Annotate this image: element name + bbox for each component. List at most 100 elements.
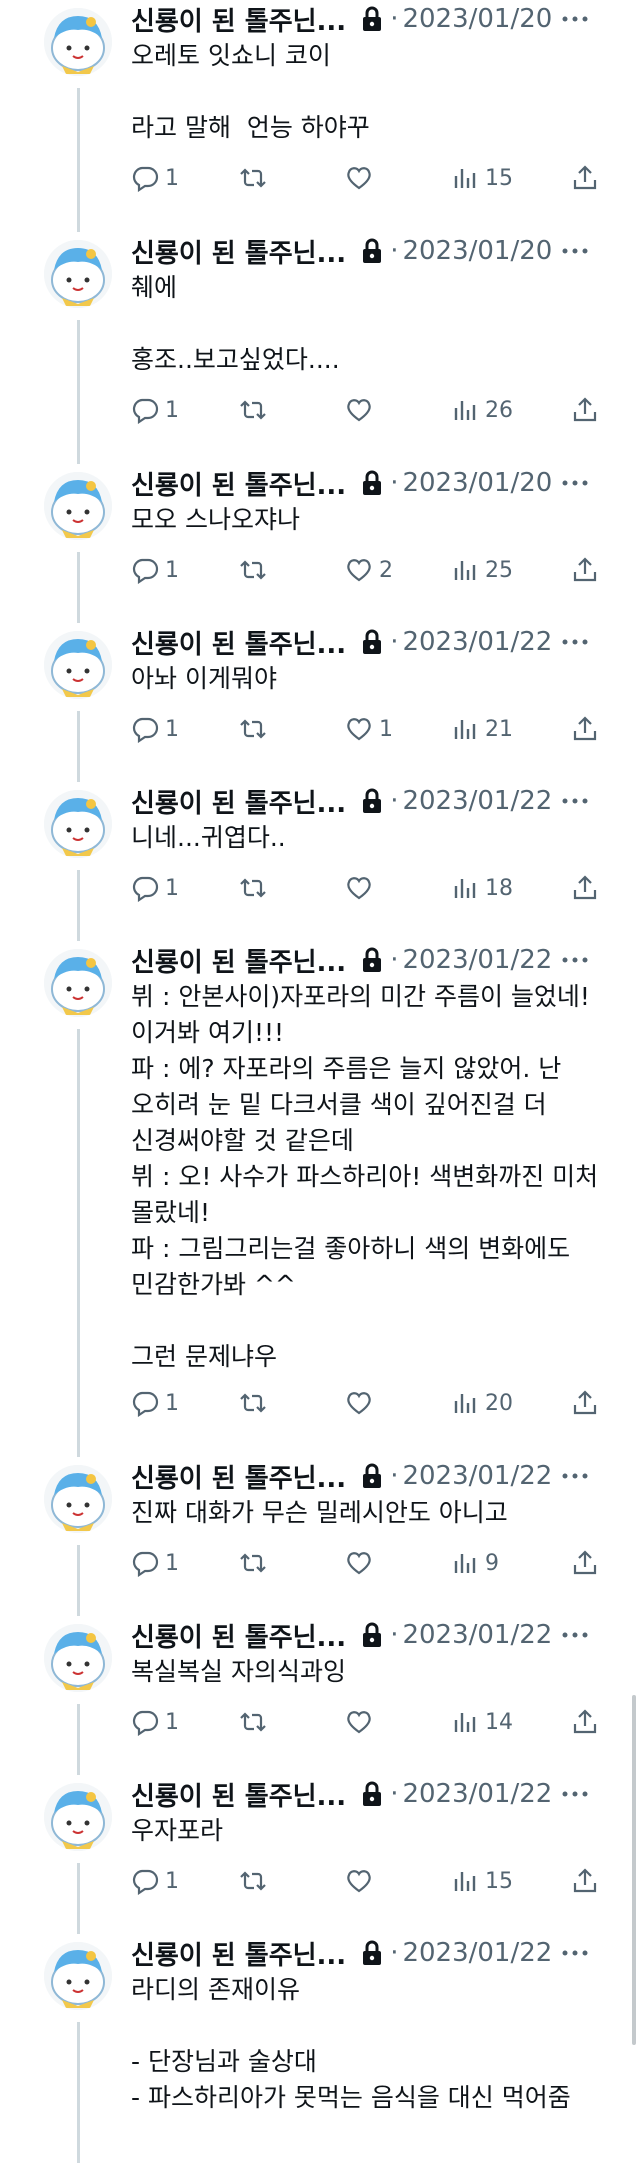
separator-dot: · <box>390 1620 399 1650</box>
avatar[interactable] <box>44 1624 112 1692</box>
views-button[interactable]: 21 <box>451 709 513 749</box>
like-button[interactable] <box>345 158 379 198</box>
scrollbar[interactable] <box>632 1695 636 2045</box>
retweet-button[interactable] <box>239 1861 273 1901</box>
tweet-date[interactable]: 2023/01/20 <box>402 4 552 34</box>
tweet[interactable]: 신룡이 된 톨주닌... · 2023/01/22 아놔 이게뭐야 1 1 21 <box>0 623 640 782</box>
display-name[interactable]: 신룡이 된 톨주닌... <box>131 1617 346 1654</box>
tweet-date[interactable]: 2023/01/20 <box>402 468 552 498</box>
share-button[interactable] <box>571 1543 599 1583</box>
like-button[interactable] <box>345 1383 379 1423</box>
more-icon[interactable] <box>560 1938 590 1968</box>
like-button[interactable] <box>345 390 379 430</box>
tweet-date[interactable]: 2023/01/22 <box>402 627 552 657</box>
tweet[interactable]: 신룡이 된 톨주닌... · 2023/01/22 우자포라 1 15 <box>0 1775 640 1934</box>
reply-button[interactable]: 1 <box>131 550 179 590</box>
like-button[interactable] <box>345 1702 379 1742</box>
display-name[interactable]: 신룡이 된 톨주닌... <box>131 783 346 820</box>
views-button[interactable]: 15 <box>451 1861 513 1901</box>
tweet-date[interactable]: 2023/01/22 <box>402 786 552 816</box>
share-button[interactable] <box>571 550 599 590</box>
retweet-button[interactable] <box>239 1383 273 1423</box>
more-icon[interactable] <box>560 468 590 498</box>
views-button[interactable]: 20 <box>451 1383 513 1423</box>
tweet[interactable]: 신룡이 된 톨주닌... · 2023/01/22 진짜 대화가 무슨 밀레시안… <box>0 1457 640 1616</box>
share-button[interactable] <box>571 158 599 198</box>
views-button[interactable]: 26 <box>451 390 513 430</box>
avatar[interactable] <box>44 790 112 858</box>
avatar[interactable] <box>44 8 112 76</box>
tweet-date[interactable]: 2023/01/22 <box>402 1779 552 1809</box>
retweet-button[interactable] <box>239 390 273 430</box>
retweet-button[interactable] <box>239 550 273 590</box>
avatar[interactable] <box>44 631 112 699</box>
display-name[interactable]: 신룡이 된 톨주닌... <box>131 1 346 38</box>
share-button[interactable] <box>571 1383 599 1423</box>
reply-button[interactable]: 1 <box>131 158 179 198</box>
avatar[interactable] <box>44 1783 112 1851</box>
share-button[interactable] <box>571 1702 599 1742</box>
tweet-actions: 1 20 <box>131 1383 601 1423</box>
display-name[interactable]: 신룡이 된 톨주닌... <box>131 465 346 502</box>
views-button[interactable]: 14 <box>451 1702 513 1742</box>
views-button[interactable]: 9 <box>451 1543 499 1583</box>
retweet-button[interactable] <box>239 868 273 908</box>
avatar[interactable] <box>44 1942 112 2010</box>
tweet-date[interactable]: 2023/01/22 <box>402 1620 552 1650</box>
tweet[interactable]: 신룡이 된 톨주닌... · 2023/01/20 췌에 홍조..보고싶었다..… <box>0 232 640 464</box>
more-icon[interactable] <box>560 1461 590 1491</box>
more-icon[interactable] <box>560 1620 590 1650</box>
display-name[interactable]: 신룡이 된 톨주닌... <box>131 1458 346 1495</box>
more-icon[interactable] <box>560 945 590 975</box>
like-button[interactable] <box>345 868 379 908</box>
tweet[interactable]: 신룡이 된 톨주닌... · 2023/01/22 라디의 존재이유 - 단장님… <box>0 1934 640 2163</box>
tweet-date[interactable]: 2023/01/22 <box>402 1461 552 1491</box>
tweet-date[interactable]: 2023/01/22 <box>402 1938 552 1968</box>
retweet-button[interactable] <box>239 1543 273 1583</box>
display-name[interactable]: 신룡이 된 톨주닌... <box>131 1776 346 1813</box>
like-button[interactable] <box>345 1543 379 1583</box>
reply-button[interactable]: 1 <box>131 868 179 908</box>
tweet[interactable]: 신룡이 된 톨주닌... · 2023/01/20 오레토 잇쇼니 코이 라고 … <box>0 0 640 232</box>
share-button[interactable] <box>571 390 599 430</box>
retweet-button[interactable] <box>239 1702 273 1742</box>
more-icon[interactable] <box>560 1779 590 1809</box>
more-icon[interactable] <box>560 4 590 34</box>
reply-button[interactable]: 1 <box>131 1702 179 1742</box>
tweet[interactable]: 신룡이 된 톨주닌... · 2023/01/22 니네...귀엽다.. 1 1… <box>0 782 640 941</box>
reply-button[interactable]: 1 <box>131 1861 179 1901</box>
display-name[interactable]: 신룡이 된 톨주닌... <box>131 233 346 270</box>
share-button[interactable] <box>571 709 599 749</box>
reply-button[interactable]: 1 <box>131 1543 179 1583</box>
heart-icon <box>347 877 371 900</box>
like-button[interactable]: 1 <box>345 709 393 749</box>
like-button[interactable]: 2 <box>345 550 393 590</box>
display-name[interactable]: 신룡이 된 톨주닌... <box>131 1935 346 1972</box>
views-button[interactable]: 18 <box>451 868 513 908</box>
display-name[interactable]: 신룡이 된 톨주닌... <box>131 624 346 661</box>
tweet[interactable]: 신룡이 된 톨주닌... · 2023/01/22 복실복실 자의식과잉 1 1… <box>0 1616 640 1775</box>
views-button[interactable]: 25 <box>451 550 513 590</box>
tweet-date[interactable]: 2023/01/20 <box>402 236 552 266</box>
reply-button[interactable]: 1 <box>131 1383 179 1423</box>
retweet-button[interactable] <box>239 158 273 198</box>
avatar[interactable] <box>44 949 112 1017</box>
avatar[interactable] <box>44 1465 112 1533</box>
tweet[interactable]: 신룡이 된 톨주닌... · 2023/01/20 모오 스나오쟈나 1 2 2… <box>0 464 640 623</box>
avatar[interactable] <box>44 240 112 308</box>
retweet-button[interactable] <box>239 709 273 749</box>
like-button[interactable] <box>345 1861 379 1901</box>
views-button[interactable]: 15 <box>451 158 513 198</box>
share-button[interactable] <box>571 868 599 908</box>
tweet-header: 신룡이 된 톨주닌... · 2023/01/22 <box>131 623 620 661</box>
more-icon[interactable] <box>560 627 590 657</box>
display-name[interactable]: 신룡이 된 톨주닌... <box>131 942 346 979</box>
more-icon[interactable] <box>560 786 590 816</box>
reply-button[interactable]: 1 <box>131 709 179 749</box>
tweet-date[interactable]: 2023/01/22 <box>402 945 552 975</box>
avatar[interactable] <box>44 472 112 540</box>
tweet[interactable]: 신룡이 된 톨주닌... · 2023/01/22 뷔 : 안본사이)자포라의 … <box>0 941 640 1457</box>
more-icon[interactable] <box>560 236 590 266</box>
share-button[interactable] <box>571 1861 599 1901</box>
reply-button[interactable]: 1 <box>131 390 179 430</box>
